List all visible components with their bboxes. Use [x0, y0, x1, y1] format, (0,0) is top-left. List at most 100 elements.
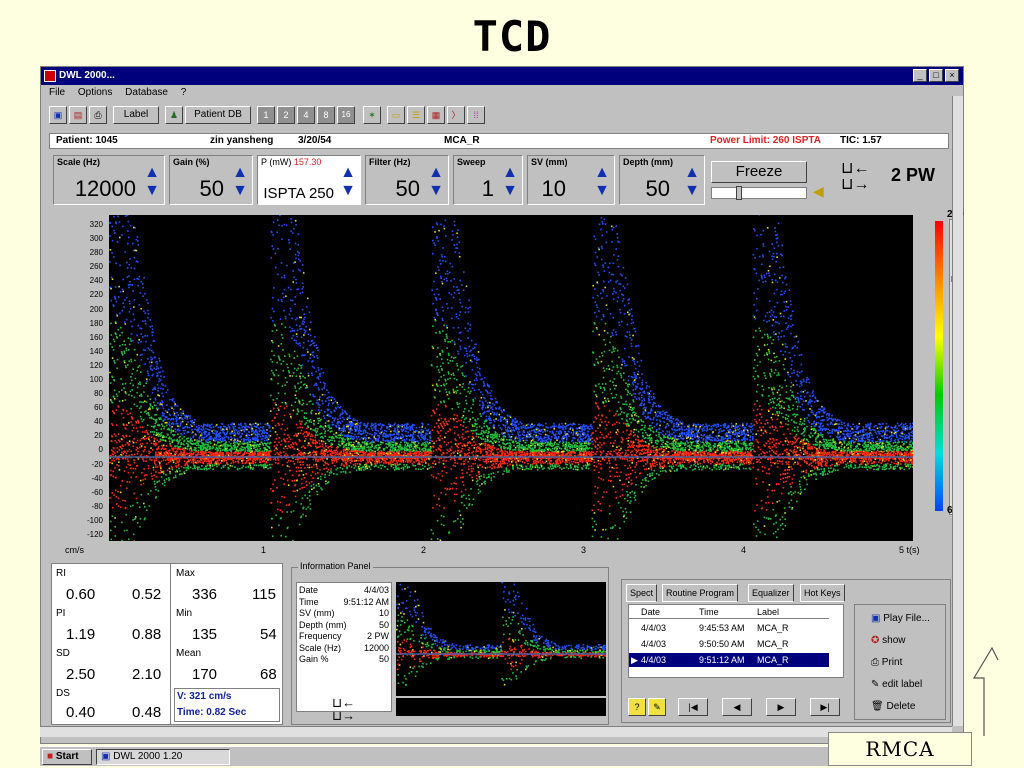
doppler-sample: [448, 420, 450, 422]
patient-icon[interactable]: ♟: [165, 106, 183, 124]
probe-direction-icon[interactable]: ⊔← ⊔→: [841, 161, 869, 193]
doppler-sample: [846, 462, 849, 464]
doppler-sample: [278, 437, 281, 439]
doppler-sample: [321, 400, 323, 402]
freeze-button[interactable]: Freeze: [711, 161, 807, 183]
doppler-sample: [160, 460, 163, 463]
doppler-sample: [797, 400, 800, 402]
doppler-sample: [286, 461, 289, 464]
report-icon[interactable]: ▦: [427, 106, 445, 124]
doppler-sample: [302, 402, 305, 405]
gain-down-arrow-icon[interactable]: ▼: [231, 182, 249, 200]
gain-label: Gain (%): [173, 157, 210, 167]
doppler-sample: [289, 438, 292, 441]
doppler-sample: [168, 440, 171, 443]
doppler-sample: [599, 418, 602, 421]
doppler-sample: [265, 461, 268, 464]
depth-down-arrow-icon[interactable]: ▼: [683, 182, 701, 200]
doppler-sample: [406, 438, 408, 440]
doppler-sample: [491, 445, 493, 447]
scale-up-arrow-icon[interactable]: ▲: [143, 164, 161, 182]
doppler-sample: [806, 417, 808, 419]
doppler-sample: [323, 440, 325, 443]
doppler-sample: [800, 363, 803, 366]
trend-icon[interactable]: 〉: [447, 106, 465, 124]
doppler-spectrogram[interactable]: [109, 215, 913, 541]
doppler-sample: [459, 392, 462, 395]
volume-slider-thumb[interactable]: [736, 186, 742, 200]
doppler-sample: [762, 470, 764, 472]
channel-4-button[interactable]: 4: [297, 106, 315, 124]
volume-slider[interactable]: [711, 186, 807, 200]
doppler-sample: [765, 472, 768, 475]
doppler-sample: [461, 469, 463, 471]
doppler-sample: [290, 415, 292, 418]
doppler-sample: [715, 426, 718, 428]
doppler-sample: [191, 419, 193, 422]
doppler-sample: [244, 462, 246, 465]
doppler-sample: [177, 433, 179, 436]
doppler-sample: [458, 436, 461, 439]
doppler-sample: [510, 436, 513, 438]
save-icon[interactable]: ▤: [69, 106, 87, 124]
depth-up-arrow-icon[interactable]: ▲: [683, 164, 701, 182]
doppler-sample: [855, 428, 858, 430]
doppler-sample: [280, 440, 283, 442]
doppler-sample: [742, 467, 745, 470]
doppler-sample: [908, 462, 911, 464]
patient-db-button[interactable]: Patient DB: [185, 106, 251, 124]
doppler-sample: [611, 424, 614, 426]
filter-down-arrow-icon[interactable]: ▼: [427, 182, 445, 200]
doppler-sample: [697, 452, 699, 454]
doppler-sample: [250, 425, 253, 428]
doppler-sample: [319, 458, 322, 461]
doppler-sample: [793, 369, 795, 372]
maximize-button[interactable]: □: [929, 69, 943, 82]
doppler-sample: [156, 481, 159, 483]
channel-1-button[interactable]: 1: [257, 106, 275, 124]
close-button[interactable]: ×: [945, 69, 959, 82]
window-titlebar[interactable]: DWL 2000...: [41, 67, 963, 85]
doppler-sample: [425, 458, 428, 460]
sv-up-arrow-icon[interactable]: ▲: [593, 164, 611, 182]
doppler-sample: [809, 444, 811, 446]
sweep-down-arrow-icon[interactable]: ▼: [501, 182, 519, 200]
run-icon[interactable]: ✶: [363, 106, 381, 124]
doppler-sample: [629, 502, 631, 504]
window-icon[interactable]: ▣: [49, 106, 67, 124]
menu-file[interactable]: File: [49, 87, 65, 98]
power-up-arrow-icon[interactable]: ▲: [339, 164, 357, 182]
doppler-sample: [156, 383, 159, 386]
channel-8-button[interactable]: 8: [317, 106, 335, 124]
menu-options[interactable]: Options: [78, 87, 112, 98]
doppler-sample: [340, 471, 342, 473]
doppler-sample: [272, 341, 274, 344]
channel-16-button[interactable]: 16: [337, 106, 355, 124]
doppler-sample: [336, 451, 339, 453]
doppler-sample: [631, 450, 633, 453]
power-down-arrow-icon[interactable]: ▼: [339, 182, 357, 200]
menu-help[interactable]: ?: [181, 87, 187, 98]
doppler-sample: [762, 388, 765, 391]
label-button[interactable]: Label: [113, 106, 159, 124]
channel-2-button[interactable]: 2: [277, 106, 295, 124]
layout-icon[interactable]: ▭: [387, 106, 405, 124]
doppler-sample: [429, 435, 431, 437]
grid-icon[interactable]: ⁞⁞: [467, 106, 485, 124]
menu-database[interactable]: Database: [125, 87, 168, 98]
filter-up-arrow-icon[interactable]: ▲: [427, 164, 445, 182]
sweep-up-arrow-icon[interactable]: ▲: [501, 164, 519, 182]
doppler-sample: [611, 332, 613, 334]
scale-down-arrow-icon[interactable]: ▼: [143, 182, 161, 200]
doppler-sample: [841, 443, 843, 446]
doppler-sample: [215, 425, 217, 427]
doppler-sample: [132, 427, 135, 429]
doppler-sample: [790, 466, 792, 468]
sv-down-arrow-icon[interactable]: ▼: [593, 182, 611, 200]
list-icon[interactable]: ☰: [407, 106, 425, 124]
minimize-button[interactable]: _: [913, 69, 927, 82]
speaker-icon[interactable]: ◀: [813, 183, 824, 200]
doppler-sample: [617, 255, 620, 257]
gain-up-arrow-icon[interactable]: ▲: [231, 164, 249, 182]
print-icon[interactable]: ⎙: [89, 106, 107, 124]
